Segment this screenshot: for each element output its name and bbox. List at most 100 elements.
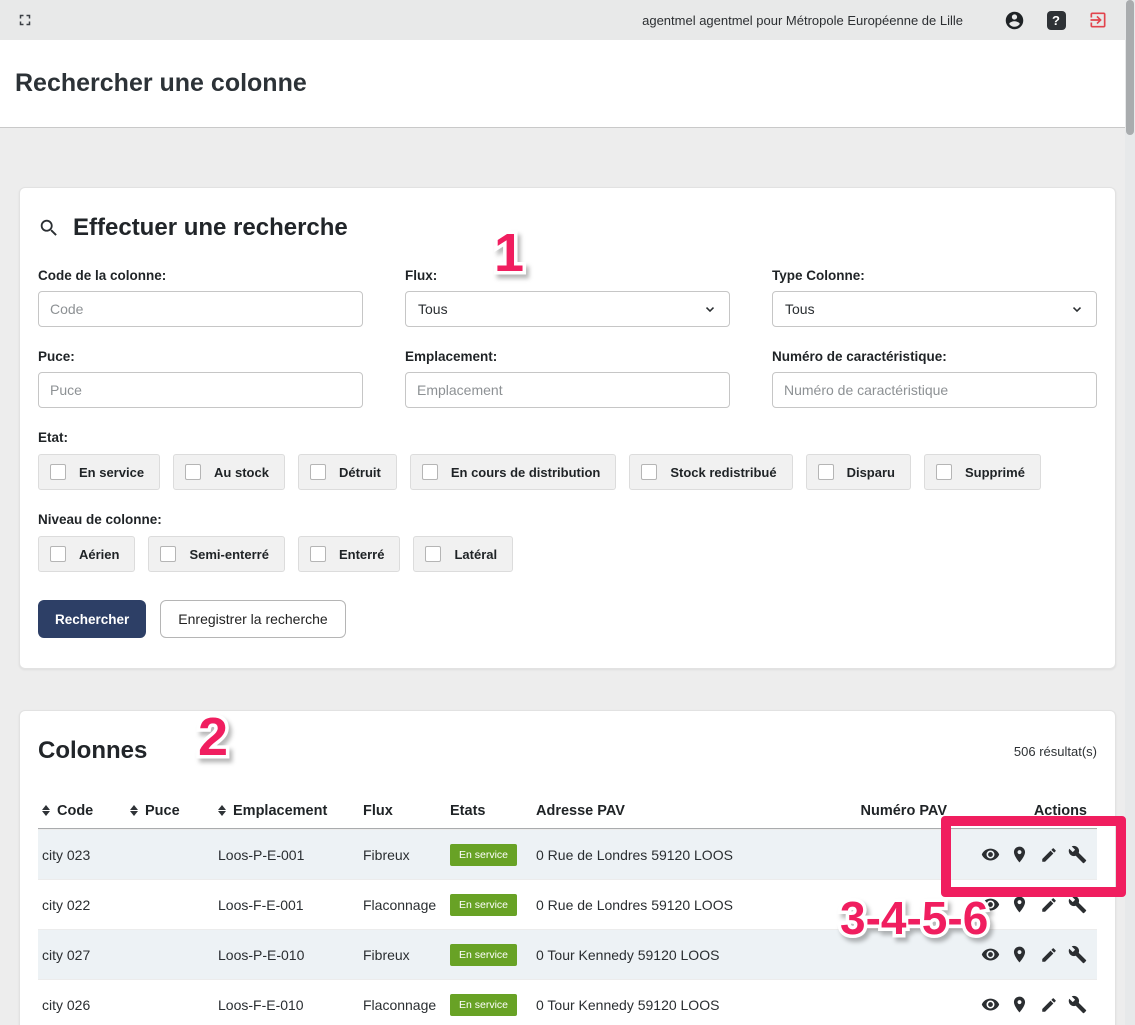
emplacement-input[interactable] — [405, 372, 730, 408]
niveau-checkbox-semi-enterre[interactable] — [160, 546, 176, 562]
flux-label: Flux: — [405, 268, 730, 283]
column-header-label: Adresse PAV — [536, 803, 625, 819]
niveau-chip-lateral[interactable]: Latéral — [413, 536, 513, 572]
sort-icon[interactable] — [218, 805, 226, 816]
niveau-checkbox-aerien[interactable] — [50, 546, 66, 562]
cell-code: city 027 — [42, 947, 130, 963]
scrollbar-thumb[interactable] — [1126, 0, 1134, 135]
fullscreen-icon[interactable] — [14, 9, 36, 31]
cell-code: city 026 — [42, 997, 130, 1013]
wrench-icon[interactable] — [1068, 895, 1087, 914]
etat-chip-supprime[interactable]: Supprimé — [924, 454, 1041, 490]
wrench-icon[interactable] — [1068, 995, 1087, 1014]
column-header-emplacement[interactable]: Emplacement — [218, 803, 363, 819]
etat-checkbox-detruit[interactable] — [310, 464, 326, 480]
column-header-label: Puce — [145, 803, 180, 819]
cell-actions — [947, 945, 1087, 964]
etat-checkbox-supprime[interactable] — [936, 464, 952, 480]
account-icon[interactable] — [1003, 9, 1025, 31]
etat-chip-en-cours-de-distribution[interactable]: En cours de distribution — [410, 454, 617, 490]
cell-etats: En service — [450, 894, 536, 916]
niveau-group: Niveau de colonne: Aérien Semi-enterré E… — [38, 512, 1097, 572]
flux-select[interactable]: Tous — [405, 291, 730, 327]
column-header-code[interactable]: Code — [42, 803, 130, 819]
cell-adresse-pav: 0 Rue de Londres 59120 LOOS — [536, 897, 837, 913]
map-pin-icon[interactable] — [1010, 995, 1029, 1014]
column-header-flux: Flux — [363, 803, 450, 819]
flux-select-value: Tous — [418, 301, 703, 317]
column-header-label: Flux — [363, 803, 393, 819]
view-icon[interactable] — [981, 995, 1000, 1014]
cell-actions — [947, 845, 1087, 864]
type-colonne-select-value: Tous — [785, 301, 1070, 317]
status-badge: En service — [450, 944, 517, 966]
niveau-chip-aerien[interactable]: Aérien — [38, 536, 135, 572]
edit-icon[interactable] — [1039, 895, 1058, 914]
search-panel-title: Effectuer une recherche — [73, 214, 348, 242]
chevron-down-icon — [1070, 302, 1084, 316]
cell-adresse-pav: 0 Tour Kennedy 59120 LOOS — [536, 947, 837, 963]
sort-icon[interactable] — [42, 805, 50, 816]
view-icon[interactable] — [981, 895, 1000, 914]
column-header-label: Emplacement — [233, 803, 327, 819]
view-icon[interactable] — [981, 945, 1000, 964]
niveau-label: Niveau de colonne: — [38, 512, 1097, 527]
edit-icon[interactable] — [1039, 945, 1058, 964]
etat-chip-disparu[interactable]: Disparu — [806, 454, 911, 490]
cell-etats: En service — [450, 844, 536, 866]
scrollbar[interactable] — [1125, 0, 1135, 1025]
edit-icon[interactable] — [1039, 845, 1058, 864]
chip-label: En cours de distribution — [451, 465, 601, 480]
numero-caracteristique-input[interactable] — [772, 372, 1097, 408]
sort-icon[interactable] — [130, 805, 138, 816]
edit-icon[interactable] — [1039, 995, 1058, 1014]
cell-etats: En service — [450, 994, 536, 1016]
emplacement-label: Emplacement: — [405, 349, 730, 364]
etat-label: Etat: — [38, 430, 1097, 445]
etat-chip-stock-redistribue[interactable]: Stock redistribué — [629, 454, 792, 490]
etat-chip-en-service[interactable]: En service — [38, 454, 160, 490]
view-icon[interactable] — [981, 845, 1000, 864]
field-code: Code de la colonne: — [38, 268, 363, 327]
etat-checkbox-en-service[interactable] — [50, 464, 66, 480]
field-emplacement: Emplacement: — [405, 349, 730, 408]
cell-adresse-pav: 0 Rue de Londres 59120 LOOS — [536, 847, 837, 863]
niveau-checkbox-lateral[interactable] — [425, 546, 441, 562]
etat-checkbox-stock-redistribue[interactable] — [641, 464, 657, 480]
map-pin-icon[interactable] — [1010, 845, 1029, 864]
etat-group: Etat: En service Au stock Détruit En cou… — [38, 430, 1097, 490]
cell-code: city 023 — [42, 847, 130, 863]
save-search-button[interactable]: Enregistrer la recherche — [160, 600, 345, 638]
puce-input[interactable] — [38, 372, 363, 408]
help-icon[interactable]: ? — [1045, 9, 1067, 31]
logout-icon[interactable] — [1087, 9, 1109, 31]
wrench-icon[interactable] — [1068, 845, 1087, 864]
map-pin-icon[interactable] — [1010, 895, 1029, 914]
niveau-chip-enterre[interactable]: Enterré — [298, 536, 401, 572]
cell-emplacement: Loos-P-E-001 — [218, 847, 363, 863]
column-header-puce[interactable]: Puce — [130, 803, 218, 819]
search-button[interactable]: Rechercher — [38, 600, 146, 638]
wrench-icon[interactable] — [1068, 945, 1087, 964]
etat-checkbox-en-cours-de-distribution[interactable] — [422, 464, 438, 480]
etat-chip-au-stock[interactable]: Au stock — [173, 454, 285, 490]
chip-label: Semi-enterré — [189, 547, 268, 562]
niveau-checkbox-enterre[interactable] — [310, 546, 326, 562]
status-badge: En service — [450, 844, 517, 866]
etat-checkbox-disparu[interactable] — [818, 464, 834, 480]
page-title-bar: Rechercher une colonne — [0, 40, 1135, 128]
results-panel-title: Colonnes — [38, 737, 147, 765]
table-row: city 022 Loos-F-E-001 Flaconnage En serv… — [38, 879, 1097, 929]
search-panel: Effectuer une recherche Code de la colon… — [19, 187, 1116, 669]
cell-adresse-pav: 0 Tour Kennedy 59120 LOOS — [536, 997, 837, 1013]
niveau-chip-semi-enterre[interactable]: Semi-enterré — [148, 536, 284, 572]
table-row: city 023 Loos-P-E-001 Fibreux En service… — [38, 829, 1097, 879]
type-colonne-select[interactable]: Tous — [772, 291, 1097, 327]
etat-chip-detruit[interactable]: Détruit — [298, 454, 397, 490]
etat-checkbox-au-stock[interactable] — [185, 464, 201, 480]
map-pin-icon[interactable] — [1010, 945, 1029, 964]
chip-label: En service — [79, 465, 144, 480]
code-input[interactable] — [38, 291, 363, 327]
cell-flux: Flaconnage — [363, 897, 450, 913]
cell-etats: En service — [450, 944, 536, 966]
